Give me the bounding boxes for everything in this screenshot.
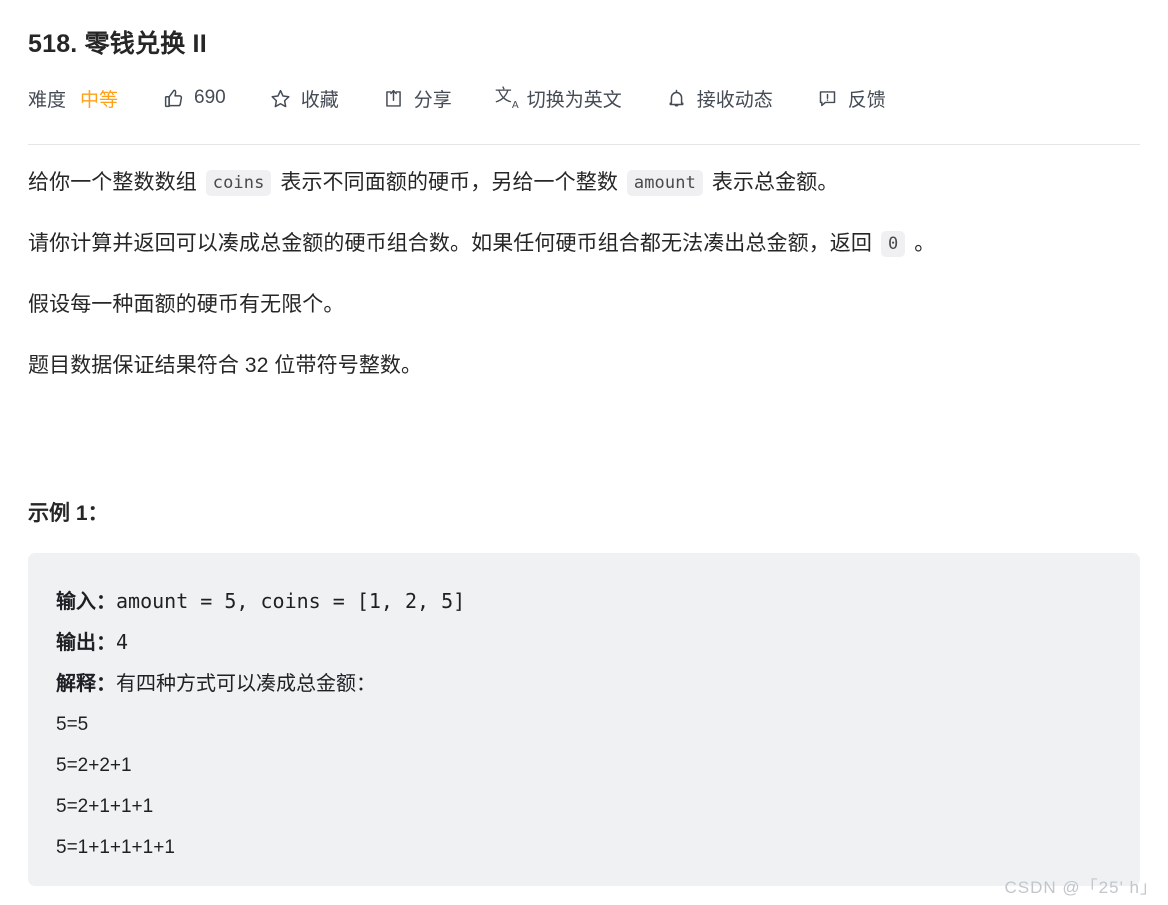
description-paragraph-2: 请你计算并返回可以凑成总金额的硬币组合数。如果任何硬币组合都无法凑出总金额，返回… <box>28 229 1143 259</box>
code-line: 5=1+1+1+1+1 <box>56 827 1140 868</box>
code-line-label: 输出： <box>56 630 116 654</box>
difficulty-group: 难度 中等 <box>28 80 118 116</box>
share-button[interactable]: 分享 <box>383 85 452 112</box>
share-label: 分享 <box>413 89 452 111</box>
description-paragraph-3: 假设每一种面额的硬币有无限个。 <box>28 293 345 316</box>
difficulty-label: 难度 <box>28 89 67 111</box>
code-line: 解释：有四种方式可以凑成总金额： <box>56 663 1140 704</box>
code-line-label: 解释： <box>56 671 116 695</box>
thumbs-up-icon <box>162 87 184 109</box>
code-line: 5=2+2+1 <box>56 745 1140 786</box>
inline-code-amount: amount <box>626 170 703 196</box>
description-paragraph-1: 给你一个整数数组 coins 表示不同面额的硬币，另给一个整数 amount 表… <box>28 168 1143 198</box>
translate-label: 切换为英文 <box>526 89 622 111</box>
difficulty-badge: 中等 <box>80 89 119 111</box>
problem-page: 518. 零钱兑换 II 难度 中等 690 收藏 分享 文A 切换为英文 接收… <box>0 0 1168 905</box>
code-line-text: 5=5 <box>56 714 89 735</box>
header-divider <box>28 144 1140 145</box>
description-paragraph-4: 题目数据保证结果符合 32 位带符号整数。 <box>28 354 423 377</box>
code-line-text: 5=2+1+1+1 <box>56 796 154 817</box>
star-icon <box>270 87 292 109</box>
bell-icon <box>666 87 688 109</box>
problem-toolbar: 难度 中等 690 收藏 分享 文A 切换为英文 接收动态 反馈 <box>28 80 886 116</box>
favorite-label: 收藏 <box>300 89 339 111</box>
page-title: 518. 零钱兑换 II <box>28 30 207 58</box>
feedback-label: 反馈 <box>847 89 886 111</box>
share-icon <box>383 87 405 109</box>
subscribe-button[interactable]: 接收动态 <box>666 85 773 112</box>
csdn-watermark: CSDN @「25' h」 <box>1004 878 1158 897</box>
example-heading: 示例 1： <box>28 502 109 525</box>
code-line-text: amount = 5, coins = [1, 2, 5] <box>116 589 466 613</box>
code-line-text: 5=1+1+1+1+1 <box>56 837 175 858</box>
code-line: 5=5 <box>56 704 1140 745</box>
desc-p1-seg3: 表示总金额。 <box>705 171 839 194</box>
code-line-text: 有四种方式可以凑成总金额： <box>116 671 376 695</box>
favorite-button[interactable]: 收藏 <box>270 85 339 112</box>
code-line-text: 5=2+2+1 <box>56 755 132 776</box>
feedback-button[interactable]: 反馈 <box>817 85 886 112</box>
desc-p2-seg1: 请你计算并返回可以凑成总金额的硬币组合数。如果任何硬币组合都无法凑出总金额，返回 <box>28 232 878 255</box>
translate-icon: 文A <box>494 85 519 112</box>
desc-p2-seg2: 。 <box>908 232 936 255</box>
problem-description: 给你一个整数数组 coins 表示不同面额的硬币，另给一个整数 amount 表… <box>28 168 1143 412</box>
code-line: 输出：4 <box>56 622 1140 663</box>
code-line: 5=2+1+1+1 <box>56 786 1140 827</box>
like-count: 690 <box>194 87 226 108</box>
code-line: 输入：amount = 5, coins = [1, 2, 5] <box>56 581 1140 622</box>
inline-code-zero: 0 <box>880 231 906 257</box>
code-line-text: 4 <box>116 630 129 654</box>
code-line-label: 输入： <box>56 589 116 613</box>
subscribe-label: 接收动态 <box>696 89 773 111</box>
desc-p1-seg1: 给你一个整数数组 <box>28 171 203 194</box>
like-button[interactable]: 690 <box>162 87 226 109</box>
feedback-icon <box>817 87 839 109</box>
example-code-block: 输入：amount = 5, coins = [1, 2, 5] 输出：4 解释… <box>28 553 1140 886</box>
desc-p1-seg2: 表示不同面额的硬币，另给一个整数 <box>274 171 624 194</box>
inline-code-coins: coins <box>205 170 272 196</box>
translate-button[interactable]: 文A 切换为英文 <box>494 85 622 112</box>
